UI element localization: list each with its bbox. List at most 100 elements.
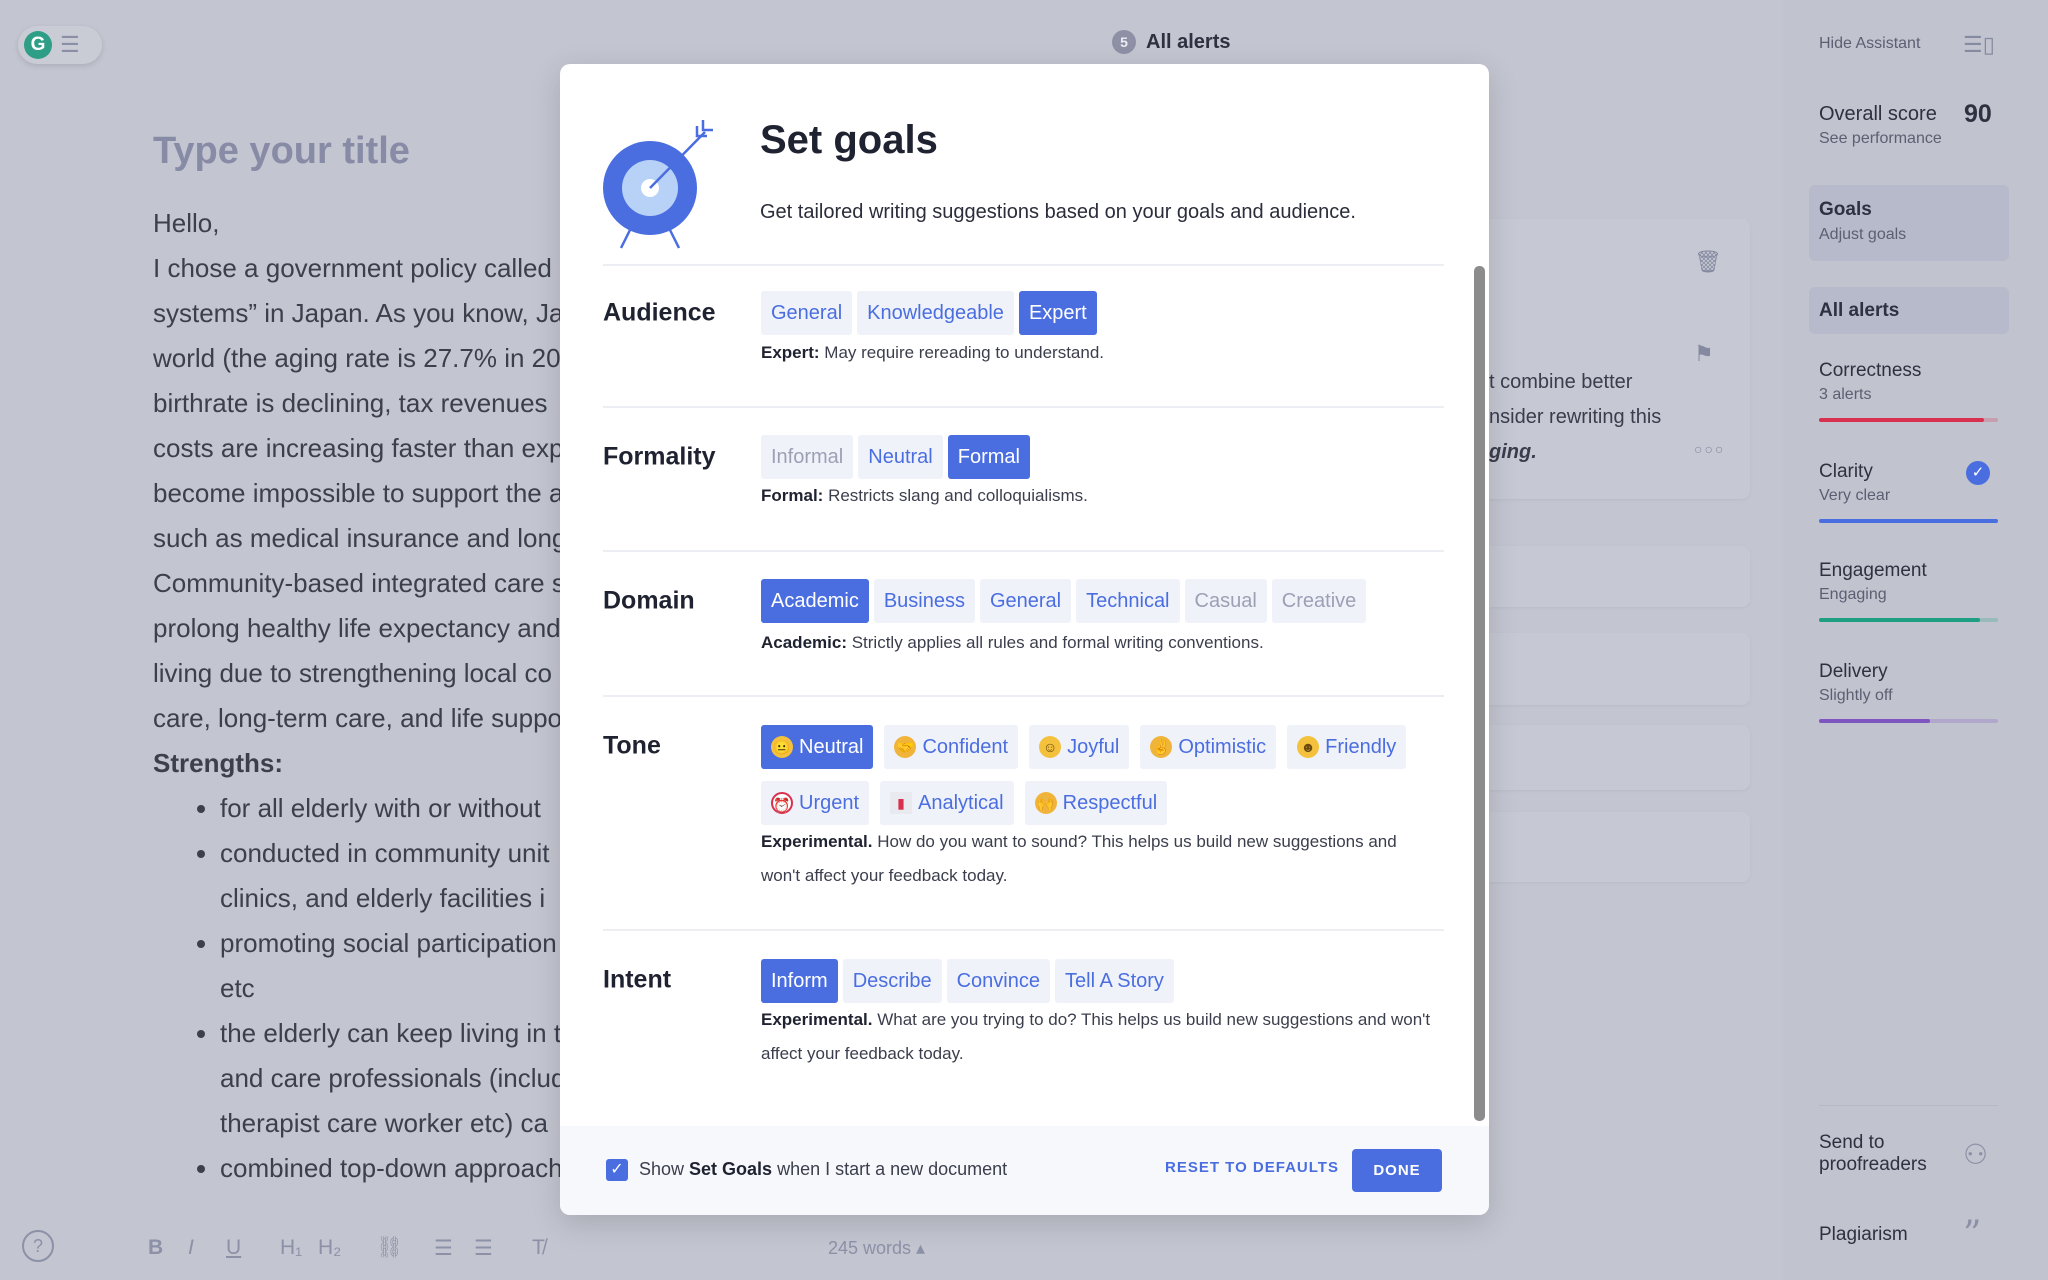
list-item: the elderly can keep living in t (220, 1011, 573, 1056)
formality-option-informal[interactable]: Informal (761, 435, 854, 479)
formality-option-label: Formal (957, 446, 1020, 468)
formality-option-label: Informal (771, 446, 844, 468)
audience-option-knowledgeable[interactable]: Knowledgeable (857, 291, 1014, 335)
bold-icon[interactable]: B (148, 1236, 163, 1260)
overall-score-label: Overall score (1819, 103, 1937, 125)
divider (603, 550, 1444, 552)
tone-option-confident[interactable]: 🤝 Confident (884, 725, 1019, 769)
formality-description-text: Restricts slang and colloquialisms. (823, 486, 1088, 505)
formality-description: Formal: Restricts slang and colloquialis… (761, 479, 1451, 513)
trash-icon[interactable]: 🗑 (1694, 249, 1722, 275)
goals-button[interactable]: Goals Adjust goals (1809, 185, 2009, 261)
tone-option-respectful[interactable]: 🙌 Respectful (1024, 781, 1168, 825)
document-line: living due to strengthening local co (153, 658, 552, 688)
document-title-input[interactable]: Type your title (153, 130, 410, 173)
metric-progress-bar (1819, 418, 1998, 422)
audience-option-label: Expert (1028, 302, 1087, 324)
domain-option-label: General (989, 590, 1062, 612)
see-performance-link[interactable]: See performance (1819, 130, 1942, 148)
suggestion-card[interactable]: 🗑 ⚑ t combine better nsider rewriting th… (1489, 219, 1750, 499)
suggestion-card[interactable] (1489, 546, 1750, 607)
tone-option-label: Urgent (799, 792, 860, 814)
show-set-goals-checkbox[interactable]: ✓ (606, 1159, 628, 1181)
intent-option-tell-a-story[interactable]: Tell A Story (1055, 959, 1174, 1003)
tone-option-friendly[interactable]: ☻ Friendly (1287, 725, 1407, 769)
raised-hands-icon: 🙌 (1034, 792, 1057, 814)
bullet-list-icon[interactable]: ☰ (474, 1236, 493, 1261)
flag-icon[interactable]: ⚑ (1694, 341, 1714, 367)
domain-option-label: Technical (1086, 590, 1170, 612)
underline-icon[interactable]: U (226, 1236, 241, 1260)
domain-description-text: Strictly applies all rules and formal wr… (846, 633, 1264, 652)
tone-option-label: Confident (922, 736, 1009, 758)
tone-options: 😐 Neutral 🤝 Confident ☺ Joyful ✌ Optimistic ☻ Fri… (761, 725, 1441, 825)
heading1-icon[interactable]: H₁ (280, 1236, 302, 1260)
formality-option-neutral[interactable]: Neutral (858, 435, 943, 479)
tone-option-optimistic[interactable]: ✌ Optimistic (1140, 725, 1277, 769)
plagiarism-button[interactable]: Plagiarism (1819, 1224, 1908, 1246)
suggestion-card[interactable] (1489, 725, 1750, 790)
document-line: I chose a government policy called “ (153, 253, 568, 283)
sidebar-toggle-icon[interactable]: ☰▯ (1963, 32, 1995, 58)
done-button[interactable]: DONE (1352, 1149, 1442, 1192)
domain-options: Academic Business General Technical Casual Cr… (761, 579, 1441, 623)
italic-icon[interactable]: I (188, 1236, 194, 1260)
grammarly-menu-button[interactable]: G ☰ (18, 26, 102, 64)
domain-option-technical[interactable]: Technical (1076, 579, 1180, 623)
help-icon[interactable]: ? (22, 1230, 54, 1262)
intent-option-describe[interactable]: Describe (842, 959, 942, 1003)
audience-options: General Knowledgeable Expert (761, 291, 1441, 335)
list-item: conducted in community unit (220, 831, 573, 876)
hugging-face-icon: ☻ (1297, 736, 1320, 758)
dialog-subtitle: Get tailored writing suggestions based o… (760, 201, 1356, 223)
intent-option-convince[interactable]: Convince (946, 959, 1050, 1003)
format-toolbar: ? B I U H₁ H₂ ⛓ ☰ ☰ T̸ 245 words ▴ (0, 1228, 1000, 1268)
audience-option-general[interactable]: General (761, 291, 853, 335)
audience-description-text: May require rereading to understand. (819, 343, 1105, 362)
metric-correctness[interactable]: Correctness (1819, 360, 1921, 382)
heading2-icon[interactable]: H₂ (318, 1236, 341, 1260)
metric-clarity[interactable]: Clarity (1819, 461, 1873, 483)
domain-option-casual[interactable]: Casual (1184, 579, 1267, 623)
strengths-heading: Strengths: (153, 748, 283, 778)
domain-option-academic[interactable]: Academic (761, 579, 869, 623)
domain-option-general[interactable]: General (979, 579, 1072, 623)
intent-option-inform[interactable]: Inform (761, 959, 838, 1003)
document-line: birthrate is declining, tax revenues (153, 388, 548, 418)
target-icon (603, 120, 713, 249)
domain-option-creative[interactable]: Creative (1271, 579, 1367, 623)
suggestion-card[interactable] (1489, 812, 1750, 882)
formality-option-formal[interactable]: Formal (947, 435, 1030, 479)
domain-option-business[interactable]: Business (873, 579, 975, 623)
audience-label: Audience (603, 298, 716, 327)
suggestion-card[interactable] (1489, 633, 1750, 705)
card-text: t combine better (1489, 371, 1633, 393)
clear-format-icon[interactable]: T̸ (532, 1236, 545, 1260)
scrollbar[interactable] (1474, 266, 1485, 1121)
more-icon[interactable]: ○○○ (1694, 441, 1725, 457)
tone-option-joyful[interactable]: ☺ Joyful (1029, 725, 1130, 769)
send-to-proofreaders-button[interactable]: Send to proofreaders (1819, 1132, 1969, 1176)
numbered-list-icon[interactable]: ☰ (434, 1236, 453, 1261)
tone-option-label: Optimistic (1178, 736, 1267, 758)
hide-assistant-button[interactable]: Hide Assistant (1819, 35, 1920, 53)
word-count[interactable]: 245 words ▴ (828, 1238, 925, 1259)
divider (603, 264, 1444, 266)
tone-option-neutral[interactable]: 😐 Neutral (761, 725, 874, 769)
tone-option-label: Neutral (799, 736, 864, 758)
list-item: therapist care worker etc) ca (220, 1108, 549, 1138)
document-line: Community-based integrated care s (153, 568, 565, 598)
metric-delivery[interactable]: Delivery (1819, 661, 1888, 683)
audience-option-expert[interactable]: Expert (1018, 291, 1097, 335)
all-alerts-label: All alerts (1819, 300, 1900, 321)
formality-options: Informal Neutral Formal (761, 435, 1441, 479)
tone-option-analytical[interactable]: ▮ Analytical (880, 781, 1014, 825)
link-icon[interactable]: ⛓ (376, 1236, 403, 1260)
dialog-title: Set goals (760, 118, 938, 162)
metric-engagement[interactable]: Engagement (1819, 560, 1927, 582)
document-body[interactable]: Hello, I chose a government policy called… (153, 201, 573, 1191)
reset-to-defaults-button[interactable]: RESET TO DEFAULTS (1165, 1159, 1339, 1176)
tone-option-urgent[interactable]: ⏰ Urgent (761, 781, 870, 825)
bullet-list: for all elderly with or withoutconducted… (153, 786, 573, 1191)
all-alerts-tab[interactable]: All alerts (1809, 287, 2009, 334)
